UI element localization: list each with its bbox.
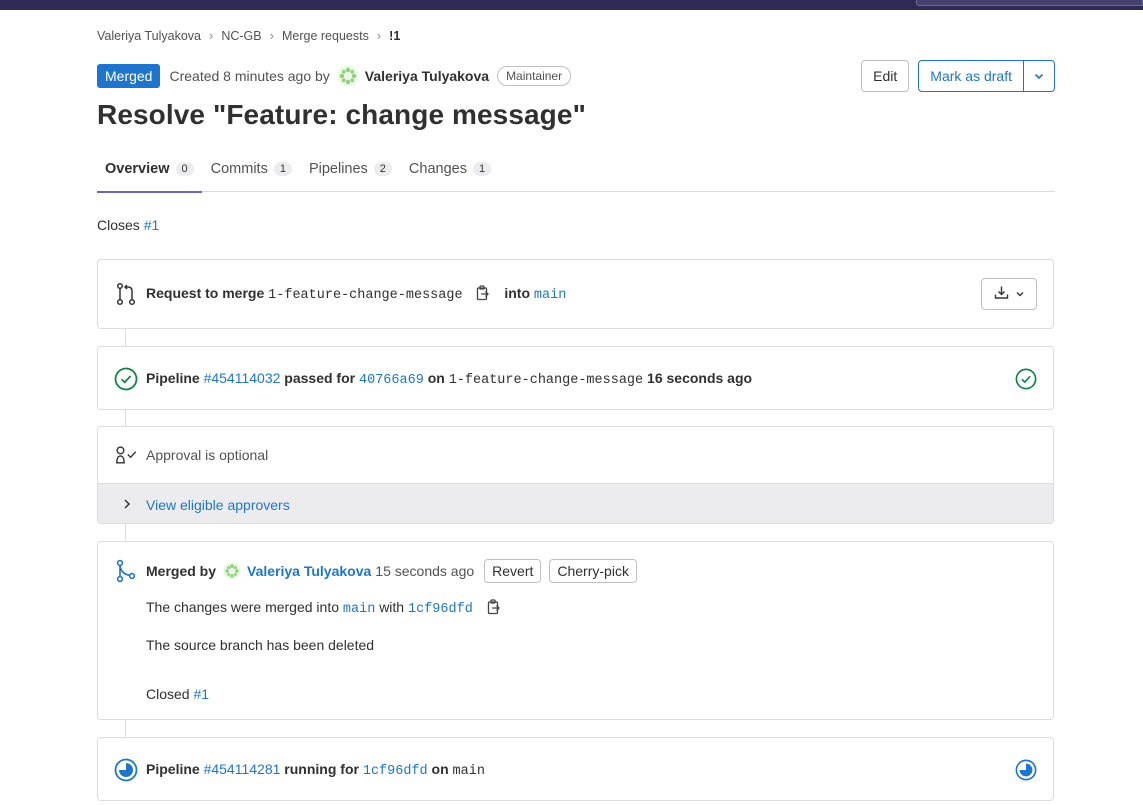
breadcrumb-merge-requests[interactable]: Merge requests xyxy=(282,29,369,43)
approval-widget: Approval is optional View eligible appro… xyxy=(97,426,1054,524)
chevron-right-icon: › xyxy=(376,28,382,43)
source-branch: 1-feature-change-message xyxy=(268,287,463,303)
download-icon xyxy=(994,285,1009,303)
merge-icon xyxy=(114,559,138,583)
merged-time: 15 seconds ago xyxy=(375,563,475,579)
description: Closes #1 xyxy=(97,217,159,233)
merged-author-link[interactable]: Valeriya Tulyakova xyxy=(247,563,371,579)
chevron-right-icon: › xyxy=(269,28,274,43)
header-actions: Edit Mark as draft xyxy=(861,60,1055,92)
approval-text: Approval is optional xyxy=(146,447,269,463)
chevron-down-icon[interactable] xyxy=(1024,61,1054,91)
merged-details: The changes were merged into main with 1… xyxy=(146,599,501,618)
timeline-connector xyxy=(125,523,126,542)
chevron-down-icon xyxy=(1015,286,1025,302)
role-badge: Maintainer xyxy=(497,66,572,86)
tab-pipelines[interactable]: Pipelines 2 xyxy=(301,146,400,192)
author-link[interactable]: Valeriya Tulyakova xyxy=(365,68,489,84)
tab-count: 1 xyxy=(472,162,492,176)
copy-icon[interactable] xyxy=(476,284,490,304)
revert-button[interactable]: Revert xyxy=(484,559,542,583)
tab-label: Pipelines xyxy=(308,161,368,177)
closed-issue-link[interactable]: #1 xyxy=(193,686,209,702)
pipeline-widget: Pipeline #454114032 passed for 40766a69 … xyxy=(97,346,1054,410)
on-label: on xyxy=(431,761,449,777)
pipeline-id-link[interactable]: #454114281 xyxy=(204,761,281,777)
tab-label: Overview xyxy=(105,161,170,177)
on-label: on xyxy=(427,370,445,386)
timeline-connector xyxy=(125,328,126,347)
branch-name: main xyxy=(452,764,485,779)
pipeline-status-text: passed for xyxy=(284,370,356,386)
target-branch-link[interactable]: main xyxy=(343,602,375,617)
closed-label: Closed xyxy=(146,686,190,702)
mr-meta: Merged Created 8 minutes ago by Valeriya… xyxy=(97,64,572,88)
merge-request-widget: Request to merge 1-feature-change-messag… xyxy=(97,259,1054,329)
view-approvers-link[interactable]: View eligible approvers xyxy=(146,497,290,513)
tab-count: 0 xyxy=(175,162,194,176)
approvers-section: View eligible approvers xyxy=(98,483,1053,523)
pipeline-label: Pipeline xyxy=(146,761,200,777)
changes-merged-text: The changes were merged into xyxy=(146,599,339,616)
top-navbar xyxy=(0,0,1143,10)
tab-count: 1 xyxy=(273,162,292,176)
status-success-icon[interactable] xyxy=(114,367,138,391)
branch-name: 1-feature-change-message xyxy=(448,373,644,388)
status-badge: Merged xyxy=(97,64,161,88)
into-label: into xyxy=(504,284,531,301)
closes-label: Closes xyxy=(97,217,140,233)
merge-commit-link[interactable]: 1cf96dfd xyxy=(408,602,473,617)
status-running-icon[interactable] xyxy=(114,758,138,782)
with-label: with xyxy=(379,599,405,616)
pipeline-id-link[interactable]: #454114032 xyxy=(204,370,281,386)
chevron-right-icon[interactable] xyxy=(122,497,132,513)
merged-widget: Merged by Valeriya Tulyakova 15 seconds … xyxy=(97,541,1054,720)
tab-label: Changes xyxy=(408,161,467,177)
commit-link[interactable]: 40766a69 xyxy=(359,373,424,388)
post-merge-pipeline-widget: Pipeline #454114281 running for 1cf96dfd… xyxy=(97,737,1054,801)
request-to-merge-label: Request to merge xyxy=(146,284,265,301)
download-dropdown-button[interactable] xyxy=(981,278,1037,310)
avatar[interactable] xyxy=(337,65,359,87)
tab-overview[interactable]: Overview 0 xyxy=(97,146,202,193)
pipeline-label: Pipeline xyxy=(146,370,200,386)
tab-label: Commits xyxy=(210,161,268,177)
breadcrumb-user[interactable]: Valeriya Tulyakova xyxy=(97,29,201,43)
merged-by-label: Merged by xyxy=(146,563,217,579)
edit-button[interactable]: Edit xyxy=(861,60,910,92)
closed-issues: Closed #1 xyxy=(146,686,209,702)
issue-link[interactable]: #1 xyxy=(144,217,160,233)
search-bar[interactable] xyxy=(916,0,1143,6)
created-text: Created 8 minutes ago by xyxy=(169,68,330,84)
merge-request-icon xyxy=(114,282,138,306)
status-success-icon[interactable] xyxy=(1015,368,1037,393)
breadcrumb-current[interactable]: !1 xyxy=(389,29,400,43)
page-title: Resolve "Feature: change message" xyxy=(97,99,586,130)
timeline-connector xyxy=(125,409,126,427)
status-running-icon[interactable] xyxy=(1015,759,1037,784)
mark-as-draft-button[interactable]: Mark as draft xyxy=(919,61,1024,91)
commit-link[interactable]: 1cf96dfd xyxy=(363,764,428,779)
tab-count: 2 xyxy=(373,162,392,176)
avatar[interactable] xyxy=(223,562,241,580)
tab-changes[interactable]: Changes 1 xyxy=(401,146,499,192)
branch-deleted-text: The source branch has been deleted xyxy=(146,637,375,653)
chevron-right-icon: › xyxy=(209,28,214,43)
timeline-connector xyxy=(125,719,126,738)
pipeline-time: 16 seconds ago xyxy=(647,370,753,386)
target-branch-link[interactable]: main xyxy=(534,288,566,303)
mr-tabs: Overview 0 Commits 1 Pipelines 2 Changes 1 xyxy=(97,146,1055,193)
cherry-pick-button[interactable]: Cherry-pick xyxy=(549,559,637,583)
breadcrumb-project[interactable]: NC-GB xyxy=(221,29,261,43)
approval-icon xyxy=(114,443,138,467)
copy-icon[interactable] xyxy=(487,599,501,618)
tab-commits[interactable]: Commits 1 xyxy=(203,146,300,192)
draft-split-button: Mark as draft xyxy=(918,60,1055,92)
pipeline-status-text: running for xyxy=(284,761,359,777)
breadcrumb: Valeriya Tulyakova › NC-GB › Merge reque… xyxy=(97,28,400,43)
